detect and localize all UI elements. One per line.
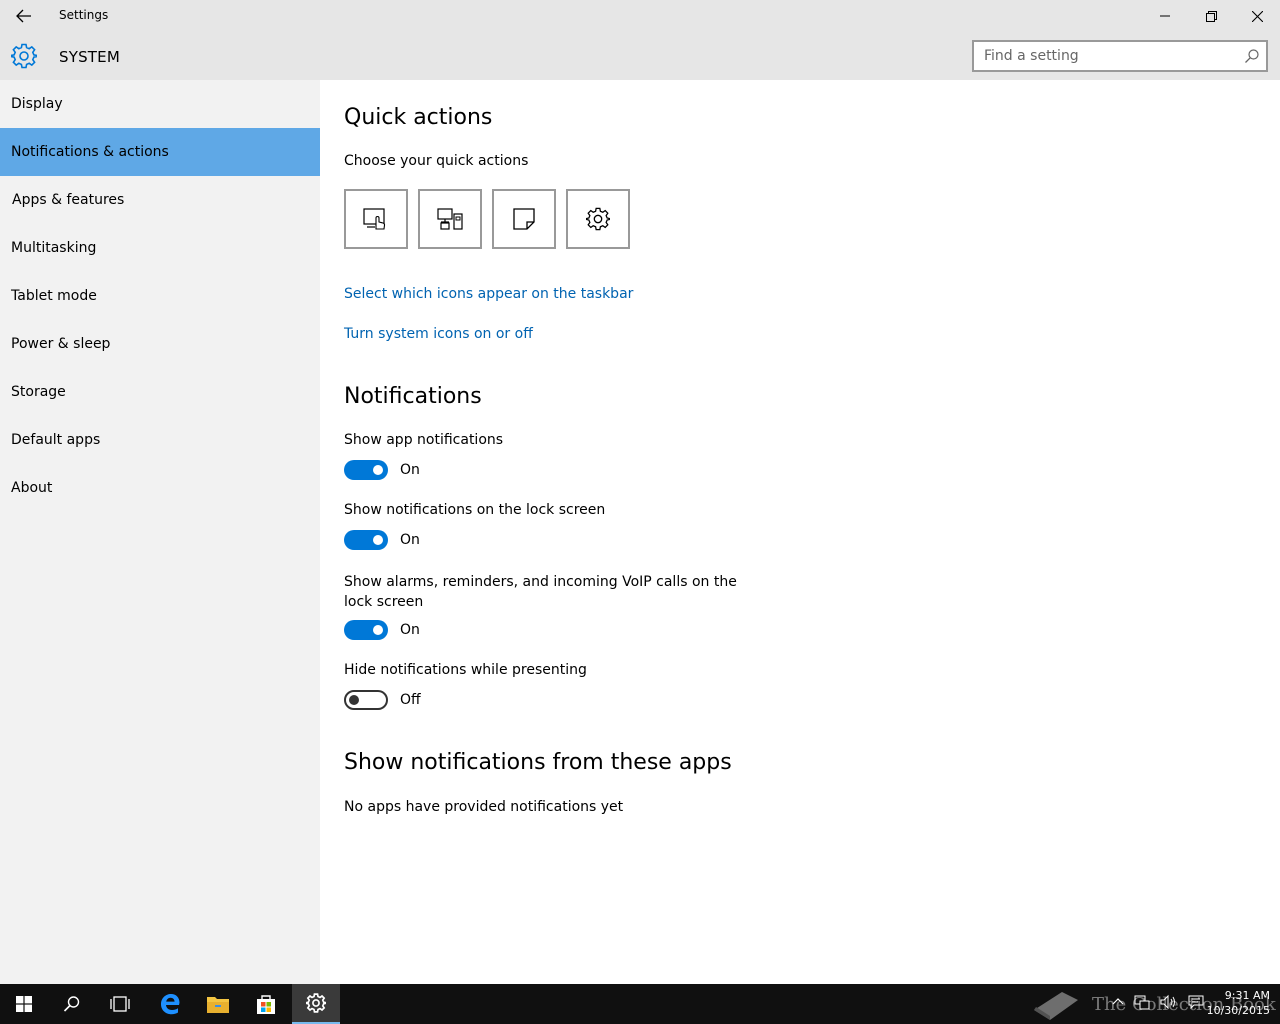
system-icons-link[interactable]: Turn system icons on or off	[344, 326, 533, 342]
app-notifications-toggle[interactable]	[344, 460, 388, 480]
sidebar-item-apps-features[interactable]: Apps & features	[0, 176, 320, 224]
sidebar-item-label: Apps & features	[12, 192, 125, 208]
apps-notifications-heading: Show notifications from these apps	[344, 750, 732, 775]
chevron-up-icon[interactable]	[1112, 994, 1124, 1010]
sidebar-item-multitasking[interactable]: Multitasking	[0, 224, 320, 272]
store-button[interactable]	[242, 984, 290, 1024]
search-input[interactable]: Find a setting	[972, 40, 1268, 72]
sidebar-item-label: Power & sleep	[11, 336, 111, 352]
clock-time: 9:31 AM	[1224, 989, 1270, 1002]
file-explorer-button[interactable]	[194, 984, 242, 1024]
taskbar: The Collection Book 9:31 AM 10/30/2015	[0, 984, 1280, 1024]
lock-screen-notifications-toggle[interactable]	[344, 530, 388, 550]
window-title: Settings	[59, 8, 109, 22]
sidebar-item-label: Storage	[11, 384, 66, 400]
system-tray	[1112, 994, 1204, 1010]
settings-taskbar-button[interactable]	[292, 984, 340, 1024]
notifications-heading: Notifications	[344, 384, 482, 409]
windows-logo-icon	[16, 996, 32, 1012]
toggle-row-app-notifications: On	[344, 460, 420, 480]
toggle-row-alarms-voip: On	[344, 620, 420, 640]
sidebar-item-tablet-mode[interactable]: Tablet mode	[0, 272, 320, 320]
note-icon	[513, 208, 535, 230]
alarms-voip-toggle[interactable]	[344, 620, 388, 640]
sidebar-item-label: Default apps	[11, 432, 101, 448]
close-button[interactable]	[1234, 0, 1280, 32]
edge-button[interactable]	[146, 984, 194, 1024]
sidebar-item-label: Display	[11, 96, 63, 112]
sidebar-item-default-apps[interactable]: Default apps	[0, 416, 320, 464]
sidebar-item-notifications-actions[interactable]: Notifications & actions	[0, 128, 320, 176]
hide-while-presenting-toggle[interactable]	[344, 690, 388, 710]
quick-action-connect[interactable]	[418, 189, 482, 249]
search-taskbar-button[interactable]	[48, 984, 96, 1024]
close-icon	[1251, 10, 1263, 22]
store-bag-icon	[257, 995, 275, 1014]
task-view-button[interactable]	[96, 984, 144, 1024]
start-button[interactable]	[0, 984, 48, 1024]
search-placeholder: Find a setting	[984, 48, 1079, 64]
sidebar-item-label: Tablet mode	[11, 288, 97, 304]
toggle-state-label: On	[400, 622, 420, 638]
minimize-button[interactable]	[1142, 0, 1188, 32]
sidebar-item-about[interactable]: About	[0, 464, 320, 512]
quick-action-tablet-mode[interactable]	[344, 189, 408, 249]
connect-icon	[437, 208, 463, 230]
sidebar-item-power-sleep[interactable]: Power & sleep	[0, 320, 320, 368]
toggle-row-lock-screen: On	[344, 530, 420, 550]
minimize-icon	[1160, 15, 1170, 17]
toggle-state-label: Off	[400, 692, 421, 708]
sidebar-item-label: About	[11, 480, 53, 496]
setting-label-lock-screen: Show notifications on the lock screen	[344, 502, 606, 518]
tablet-mode-icon	[363, 208, 386, 230]
clock[interactable]: 9:31 AM 10/30/2015	[1207, 988, 1270, 1018]
settings-header: SYSTEM Find a setting	[0, 32, 1280, 80]
sidebar-item-storage[interactable]: Storage	[0, 368, 320, 416]
toggle-state-label: On	[400, 462, 420, 478]
folder-icon	[207, 997, 229, 1013]
taskbar-icons-link[interactable]: Select which icons appear on the taskbar	[344, 286, 633, 302]
setting-label-app-notifications: Show app notifications	[344, 432, 504, 448]
back-button[interactable]	[8, 4, 40, 28]
sidebar-item-label: Multitasking	[11, 240, 97, 256]
quick-action-note[interactable]	[492, 189, 556, 249]
quick-actions-row	[344, 189, 630, 249]
settings-gear-icon	[586, 207, 610, 231]
gear-icon	[11, 43, 37, 69]
settings-gear-icon	[306, 993, 326, 1013]
task-view-icon	[110, 996, 130, 1012]
setting-label-hide-presenting: Hide notifications while presenting	[344, 662, 587, 678]
search-icon	[1245, 49, 1259, 63]
toggle-knob	[349, 695, 359, 705]
toggle-state-label: On	[400, 532, 420, 548]
book-logo-icon	[1034, 992, 1078, 1020]
setting-label-alarms-voip: Show alarms, reminders, and incoming VoI…	[344, 574, 737, 610]
back-arrow-icon	[16, 9, 31, 23]
search-icon	[63, 996, 80, 1012]
choose-quick-actions-label: Choose your quick actions	[344, 153, 529, 169]
restore-button[interactable]	[1188, 0, 1234, 32]
edge-browser-icon	[161, 994, 180, 1015]
network-icon[interactable]	[1134, 994, 1150, 1010]
toggle-knob	[373, 465, 383, 475]
toggle-knob	[373, 625, 383, 635]
action-center-icon[interactable]	[1188, 994, 1204, 1010]
section-title: SYSTEM	[59, 48, 120, 66]
content-pane: Quick actions Choose your quick actions	[320, 80, 1280, 984]
sidebar-nav: Display Notifications & actions Apps & f…	[0, 80, 320, 984]
volume-icon[interactable]	[1160, 994, 1178, 1010]
sidebar-item-display[interactable]: Display	[0, 80, 320, 128]
clock-date: 10/30/2015	[1206, 1004, 1270, 1017]
no-apps-text: No apps have provided notifications yet	[344, 799, 624, 815]
quick-action-all-settings[interactable]	[566, 189, 630, 249]
restore-icon	[1205, 10, 1217, 22]
title-bar: Settings	[0, 0, 1280, 32]
quick-actions-heading: Quick actions	[344, 105, 493, 130]
sidebar-item-label: Notifications & actions	[11, 144, 169, 160]
toggle-knob	[373, 535, 383, 545]
toggle-row-hide-presenting: Off	[344, 690, 421, 710]
